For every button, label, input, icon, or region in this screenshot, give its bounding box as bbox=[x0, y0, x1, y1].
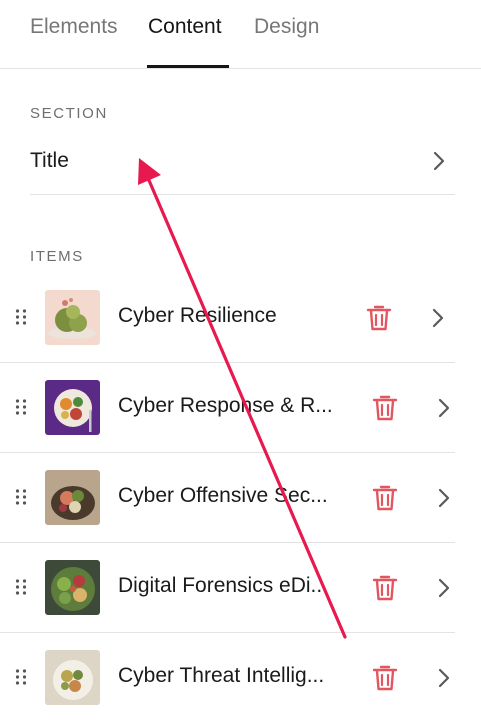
chevron-right-icon[interactable] bbox=[432, 308, 444, 328]
item-title: Cyber Response & R... bbox=[118, 394, 333, 417]
food-photo-thumbnail bbox=[45, 470, 100, 525]
section-title-row[interactable]: Title bbox=[30, 136, 455, 195]
item-title: Cyber Offensive Sec... bbox=[118, 484, 328, 507]
list-item[interactable]: Cyber Response & R... bbox=[0, 362, 455, 453]
chevron-right-icon[interactable] bbox=[438, 668, 450, 688]
items-heading: ITEMS bbox=[30, 248, 84, 265]
chevron-right-icon bbox=[433, 151, 445, 171]
food-photo-thumbnail bbox=[45, 290, 100, 345]
item-title: Cyber Resilience bbox=[118, 304, 277, 327]
food-photo-thumbnail bbox=[45, 650, 100, 705]
trash-icon[interactable] bbox=[372, 664, 398, 692]
tab-design[interactable]: Design bbox=[254, 15, 319, 39]
trash-icon[interactable] bbox=[366, 304, 392, 332]
tab-content[interactable]: Content bbox=[148, 15, 222, 39]
chevron-right-icon[interactable] bbox=[438, 398, 450, 418]
drag-handle-icon[interactable] bbox=[15, 308, 27, 326]
item-title: Cyber Threat Intellig... bbox=[118, 664, 325, 687]
list-item[interactable]: Cyber Threat Intellig... bbox=[0, 632, 455, 722]
trash-icon[interactable] bbox=[372, 574, 398, 602]
list-item[interactable]: Cyber Resilience bbox=[0, 272, 455, 363]
drag-handle-icon[interactable] bbox=[15, 398, 27, 416]
list-item[interactable]: Cyber Offensive Sec... bbox=[0, 452, 455, 543]
drag-handle-icon[interactable] bbox=[15, 578, 27, 596]
section-heading: SECTION bbox=[30, 105, 108, 122]
trash-icon[interactable] bbox=[372, 394, 398, 422]
trash-icon[interactable] bbox=[372, 484, 398, 512]
item-title: Digital Forensics eDi... bbox=[118, 574, 329, 597]
section-title-label: Title bbox=[30, 149, 69, 172]
drag-handle-icon[interactable] bbox=[15, 668, 27, 686]
active-tab-indicator bbox=[147, 65, 229, 68]
drag-handle-icon[interactable] bbox=[15, 488, 27, 506]
chevron-right-icon[interactable] bbox=[438, 488, 450, 508]
tab-bar: Elements Content Design bbox=[0, 0, 481, 69]
chevron-right-icon[interactable] bbox=[438, 578, 450, 598]
food-photo-thumbnail bbox=[45, 380, 100, 435]
tab-elements[interactable]: Elements bbox=[30, 15, 118, 39]
list-item[interactable]: Digital Forensics eDi... bbox=[0, 542, 455, 633]
food-photo-thumbnail bbox=[45, 560, 100, 615]
